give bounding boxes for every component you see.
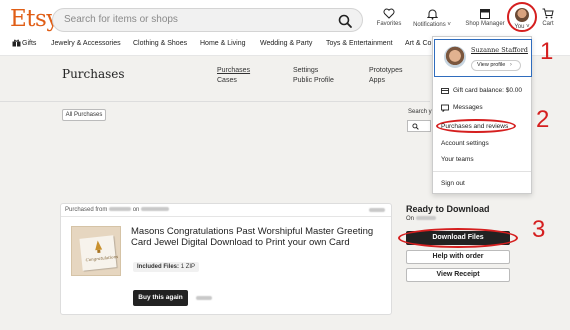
search-input[interactable]: Search for items or shops — [52, 8, 363, 32]
purchased-from-label: Purchased from — [65, 207, 108, 213]
shop-icon — [480, 9, 490, 19]
callout-step-1: 1 — [540, 38, 554, 65]
item-title[interactable]: Masons Congratulations Past Worshipful M… — [131, 226, 383, 248]
category-toys[interactable]: Toys & Entertainment — [326, 40, 393, 47]
included-files-value: 1 ZIP — [180, 264, 196, 270]
all-purchases-filter[interactable]: All Purchases — [62, 109, 106, 121]
subnav-prototypes[interactable]: Prototypes — [369, 67, 402, 74]
subnav-cases[interactable]: Cases — [217, 77, 237, 84]
search-icon — [412, 123, 419, 130]
chevron-right-icon: › — [509, 62, 512, 68]
purchase-card: Purchased from on Congratulations Masons… — [60, 203, 392, 315]
bell-icon — [426, 9, 438, 20]
menu-messages[interactable]: Messages — [453, 104, 483, 111]
category-art[interactable]: Art & Co — [405, 40, 431, 47]
redacted-download-date — [415, 216, 436, 221]
notifications-label: Notifications ˅ — [413, 22, 451, 28]
redacted-price — [196, 296, 212, 300]
search-purchases-input[interactable] — [407, 120, 431, 132]
buy-again-button[interactable]: Buy this again — [133, 290, 188, 306]
category-wedding[interactable]: Wedding & Party — [260, 40, 312, 47]
view-profile-label: View profile — [477, 62, 506, 68]
gift-icon — [12, 39, 21, 47]
gift-card-icon — [441, 88, 449, 94]
favorites-label: Favorites — [376, 21, 402, 27]
favorites-button[interactable]: Favorites — [374, 8, 404, 27]
category-clothing[interactable]: Clothing & Shoes — [133, 40, 187, 47]
menu-account-settings[interactable]: Account settings — [441, 140, 489, 147]
profile-name[interactable]: Suzanne Stafford — [471, 46, 528, 54]
download-date: On — [406, 216, 436, 222]
page-title: Purchases — [62, 67, 125, 81]
divider — [0, 101, 430, 102]
category-home[interactable]: Home & Living — [200, 40, 246, 47]
shop-manager-button[interactable]: Shop Manager — [462, 8, 508, 27]
purchase-header: Purchased from on — [61, 204, 391, 217]
annotation-circle-purchases — [436, 119, 516, 133]
subnav-public-profile[interactable]: Public Profile — [293, 77, 334, 84]
cart-button[interactable]: Cart — [538, 8, 558, 27]
cart-label: Cart — [542, 21, 554, 27]
heart-icon — [383, 8, 395, 19]
search-placeholder: Search for items or shops — [64, 14, 178, 25]
search-icon[interactable] — [337, 13, 353, 29]
help-with-order-button[interactable]: Help with order — [406, 250, 510, 264]
avatar — [444, 46, 466, 68]
menu-your-teams[interactable]: Your teams — [441, 156, 474, 163]
notifications-button[interactable]: Notifications ˅ — [412, 8, 452, 28]
item-thumbnail[interactable]: Congratulations — [71, 226, 121, 276]
callout-step-3: 3 — [532, 216, 546, 243]
category-gifts[interactable]: Gifts — [22, 40, 36, 47]
ready-to-download-heading: Ready to Download — [406, 204, 490, 214]
cart-icon — [542, 8, 554, 19]
menu-gift-card-balance[interactable]: Gift card balance: $0.00 — [453, 87, 522, 94]
redacted-total — [369, 208, 385, 212]
subnav-purchases[interactable]: Purchases — [217, 67, 250, 74]
greeting-card-image: Congratulations — [79, 235, 119, 271]
thumbnail-caption: Congratulations — [85, 253, 119, 263]
annotation-circle-download — [398, 228, 518, 248]
shop-manager-label: Shop Manager — [465, 21, 505, 27]
subnav-apps[interactable]: Apps — [369, 77, 385, 84]
view-receipt-button[interactable]: View Receipt — [406, 268, 510, 282]
included-files-badge: Included Files: 1 ZIP — [133, 262, 200, 272]
menu-sign-out[interactable]: Sign out — [441, 180, 465, 187]
on-label: on — [132, 207, 140, 213]
included-files-label: Included Files: — [137, 264, 180, 270]
search-purchases-label: Search y — [408, 109, 432, 115]
emblem-icon — [95, 240, 103, 254]
callout-step-2: 2 — [536, 106, 550, 133]
redacted-date — [141, 207, 170, 212]
subnav-settings[interactable]: Settings — [293, 67, 318, 74]
divider — [433, 171, 531, 172]
profile-section[interactable]: Suzanne Stafford View profile › — [434, 39, 532, 77]
category-jewelry[interactable]: Jewelry & Accessories — [51, 40, 121, 47]
redacted-shop — [109, 207, 132, 212]
message-icon — [441, 104, 449, 112]
account-dropdown: Suzanne Stafford View profile › Gift car… — [432, 36, 532, 194]
view-profile-button[interactable]: View profile › — [471, 60, 521, 71]
annotation-circle-you — [507, 2, 537, 32]
download-on-label: On — [406, 216, 415, 222]
